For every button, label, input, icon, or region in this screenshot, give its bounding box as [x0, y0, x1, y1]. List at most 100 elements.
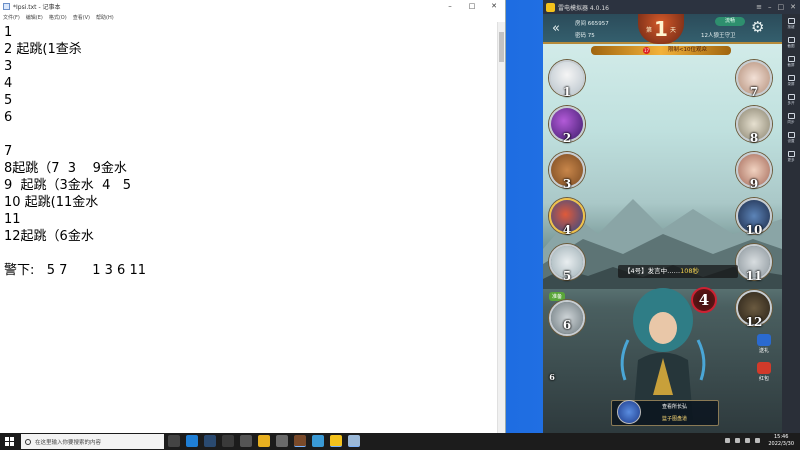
speaking-text: 【4号】发言中……: [624, 267, 681, 275]
menu-format[interactable]: 格式(O): [49, 14, 67, 21]
notepad-line: 8起跳（7 3 9金水: [4, 161, 127, 176]
desktop-screen: *Ipsi.txt - 记事本 – □ ✕ 文件(F) 编辑(E) 格式(O) …: [0, 0, 800, 450]
app-icon-4[interactable]: [222, 435, 234, 447]
sidebar-keys-label: 按键: [787, 24, 795, 29]
game-hud: « 房间 665957 密码 75 第 1 天 流畅 12人狼王守卫 ⚙: [543, 14, 782, 44]
windows-start-icon[interactable]: [5, 437, 14, 446]
gear-icon[interactable]: ⚙: [751, 20, 764, 35]
speaking-status: 【4号】发言中……108秒: [618, 265, 738, 278]
task-view-icon[interactable]: [168, 435, 180, 447]
steam-icon[interactable]: [204, 435, 216, 447]
maximize-icon[interactable]: □: [461, 0, 483, 13]
network-icon[interactable]: [745, 438, 750, 443]
sidebar-record[interactable]: 录屏: [782, 71, 800, 90]
sidebar-more[interactable]: 更多: [782, 147, 800, 166]
notepad-window[interactable]: *Ipsi.txt - 记事本 – □ ✕ 文件(F) 编辑(E) 格式(O) …: [0, 0, 506, 433]
notepad-line: 7: [4, 144, 13, 159]
round-suffix: 天: [669, 26, 676, 34]
seat-1-number: 1: [562, 85, 572, 99]
seat-8-number: 8: [749, 131, 759, 145]
seat-9-number: 9: [749, 177, 759, 191]
network-mode-badge[interactable]: 流畅: [715, 17, 745, 26]
settings-icon: [787, 131, 795, 138]
taskbar-clock[interactable]: 15:46 2022/3/30: [768, 434, 794, 448]
notepad-title: *Ipsi.txt - 记事本: [13, 4, 61, 11]
menu-edit[interactable]: 编辑(E): [26, 14, 43, 21]
emulator-titlebar[interactable]: 雷电模拟器 4.0.16 ≡ – □ ✕: [543, 0, 800, 14]
taskbar-apps: [168, 435, 360, 447]
sidebar-settings[interactable]: 设置: [782, 128, 800, 147]
notepad-scrollbar[interactable]: [497, 22, 505, 433]
tray-icon-1[interactable]: [725, 438, 730, 443]
close-icon[interactable]: ✕: [483, 0, 505, 13]
taskbar-search-box[interactable]: 在这里输入你要搜索的内容: [21, 434, 164, 449]
search-icon: [25, 438, 31, 445]
emulator-sidebar: 按键 截图 截屏 录屏 多开 同步 设置 更多: [782, 14, 800, 433]
more-icon: [787, 150, 795, 157]
seat-4-number: 4: [562, 223, 572, 237]
speaking-timer: 108秒: [680, 267, 700, 275]
back-chevron-icon[interactable]: «: [552, 22, 560, 35]
notepad-line: [4, 245, 494, 262]
sidebar-more-label: 更多: [787, 157, 795, 162]
scrollbar-thumb[interactable]: [499, 32, 504, 62]
emu-close-icon[interactable]: ✕: [790, 3, 796, 11]
menu-help[interactable]: 帮助(H): [96, 14, 114, 21]
notepad-text-area[interactable]: 1 2 起跳(1查杀 3 4 5 6 7 8起跳（7 3 9金水 9 起跳（3金水 4 5 10 …: [0, 22, 498, 433]
red-packet-icon: [757, 362, 771, 374]
edge-icon[interactable]: [186, 435, 198, 447]
round-number: 1: [654, 17, 668, 41]
emulator-window[interactable]: 雷电模拟器 4.0.16 ≡ – □ ✕ « 房间 665957 密码 75 第: [543, 0, 800, 433]
sidebar-sync[interactable]: 同步: [782, 109, 800, 128]
volume-icon[interactable]: [755, 438, 760, 443]
notepad-taskbar-icon[interactable]: [348, 435, 360, 447]
notepad-titlebar[interactable]: *Ipsi.txt - 记事本 – □ ✕: [0, 0, 505, 13]
seat-5-number: 5: [562, 269, 572, 283]
system-tray: [725, 438, 760, 443]
gift-label: 送礼: [758, 348, 769, 354]
sidebar-capture[interactable]: 截屏: [782, 52, 800, 71]
tray-icon-2[interactable]: [735, 438, 740, 443]
banner-text: 限制<10位观众: [667, 47, 707, 53]
room-password: 密码 75: [575, 33, 595, 39]
skill-icon[interactable]: [617, 400, 641, 424]
gift-button[interactable]: 送礼: [756, 334, 772, 354]
red-packet-button[interactable]: 红包: [756, 362, 772, 382]
menu-file[interactable]: 文件(F): [3, 14, 20, 21]
emu-minimize-icon[interactable]: –: [768, 3, 772, 11]
folder-icon[interactable]: [258, 435, 270, 447]
sidebar-multi[interactable]: 多开: [782, 90, 800, 109]
sidebar-multi-label: 多开: [787, 100, 795, 105]
search-placeholder: 在这里输入你要搜索的内容: [35, 439, 102, 446]
obs-icon[interactable]: [294, 435, 306, 447]
notepad-menubar: 文件(F) 编辑(E) 格式(O) 查看(V) 帮助(H): [0, 13, 505, 22]
sidebar-screenshot[interactable]: 截图: [782, 33, 800, 52]
notepad-line: 警下: 5 7 1 3 6 11: [4, 263, 146, 278]
current-speaker-badge: 4: [691, 287, 717, 313]
ldplayer-icon[interactable]: [330, 435, 342, 447]
sidebar-settings-label: 设置: [787, 138, 795, 143]
emulator-title: 雷电模拟器 4.0.16: [558, 4, 609, 12]
seat-12-number: 12: [745, 315, 763, 329]
sync-icon: [787, 112, 795, 119]
sidebar-sync-label: 同步: [787, 119, 795, 124]
emu-menu-icon[interactable]: ≡: [756, 3, 762, 11]
notepad-line: 12起跳（6金水: [4, 229, 94, 244]
minimize-icon[interactable]: –: [439, 0, 461, 13]
notepad-line: 11: [4, 212, 21, 227]
sidebar-capture-label: 截屏: [787, 62, 795, 67]
game-screen[interactable]: « 房间 665957 密码 75 第 1 天 流畅 12人狼王守卫 ⚙ 17 …: [543, 14, 782, 433]
sidebar-keys[interactable]: 按键: [782, 14, 800, 33]
clock-time: 15:46: [773, 434, 789, 440]
notepad-icon: [3, 3, 10, 10]
sidebar-record-label: 录屏: [787, 81, 795, 86]
clock-date: 2022/3/30: [768, 441, 794, 447]
menu-view[interactable]: 查看(V): [73, 14, 90, 21]
app-icon-9[interactable]: [312, 435, 324, 447]
app-icon-5[interactable]: [240, 435, 252, 447]
round-prefix: 第: [646, 26, 653, 34]
emulator-logo-icon: [546, 2, 555, 12]
multi-window-icon: [787, 93, 795, 100]
app-icon-7[interactable]: [276, 435, 288, 447]
emu-maximize-icon[interactable]: □: [778, 3, 785, 11]
